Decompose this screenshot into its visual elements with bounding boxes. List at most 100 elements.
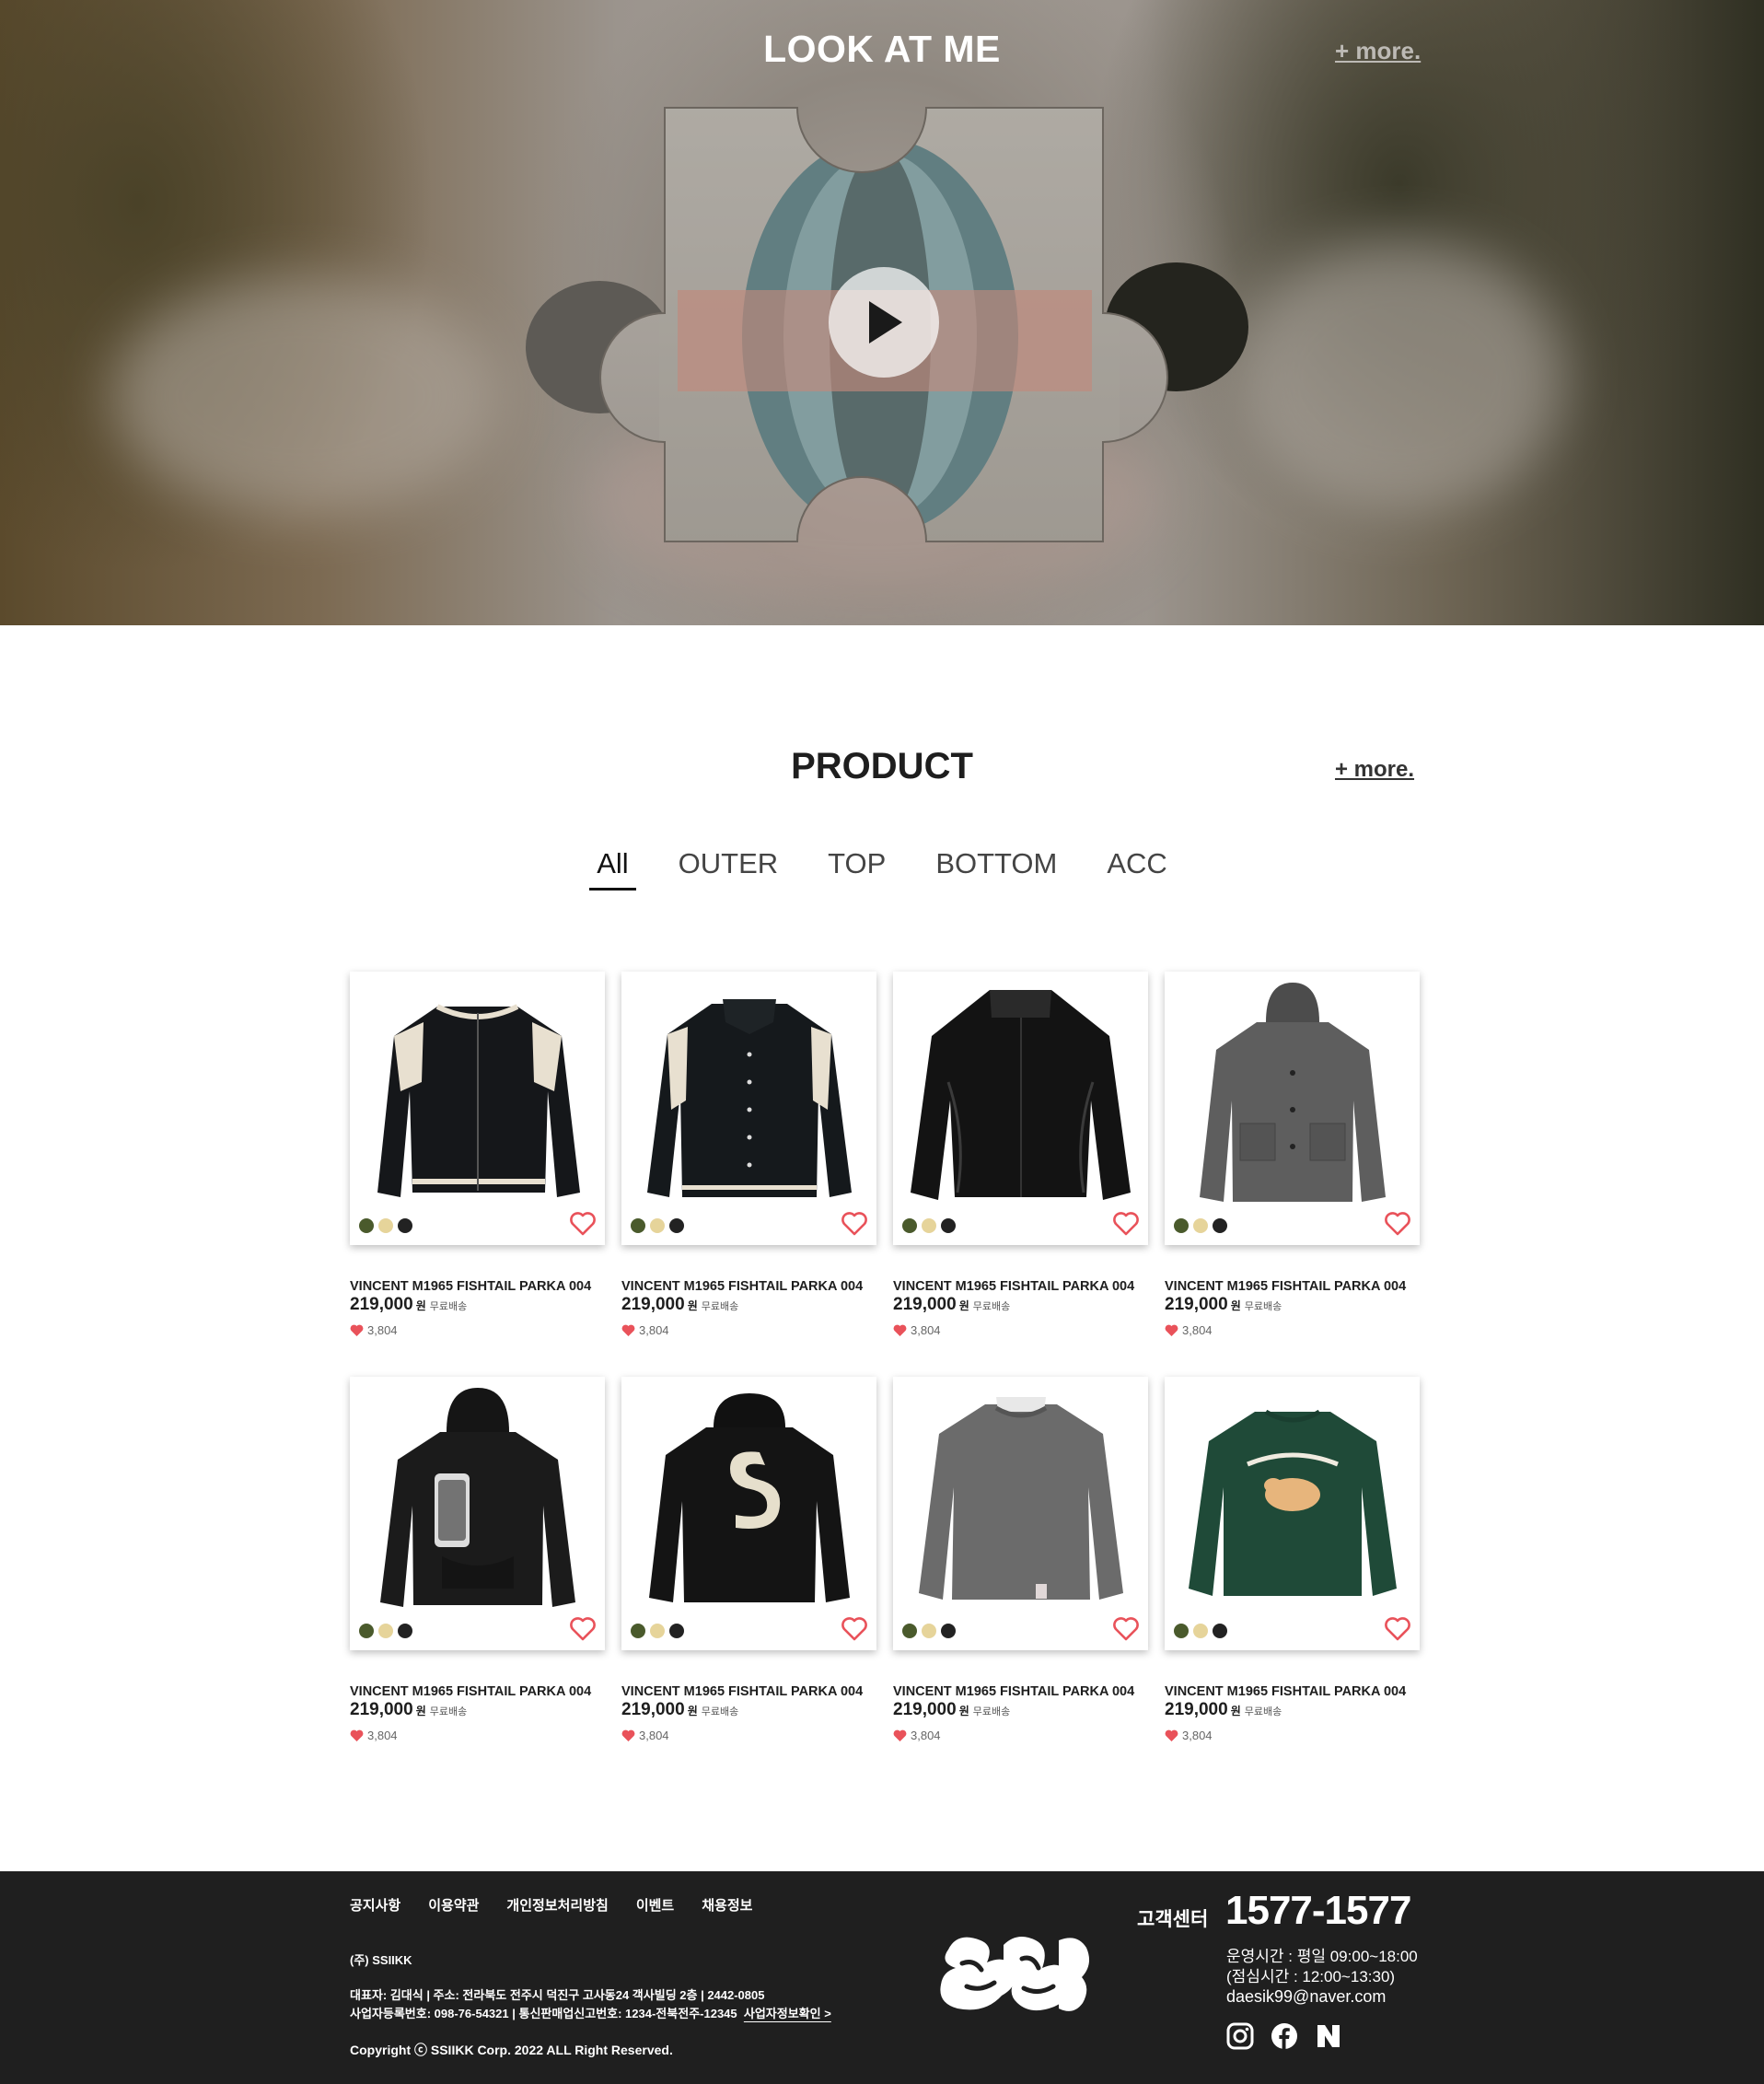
contact-email[interactable]: daesik99@naver.com bbox=[1226, 1987, 1386, 2007]
color-swatch[interactable] bbox=[669, 1624, 684, 1638]
product-price: 219,000 원 무료배송 bbox=[350, 1700, 467, 1720]
color-swatch[interactable] bbox=[359, 1624, 374, 1638]
product-name[interactable]: VINCENT M1965 FISHTAIL PARKA 004 bbox=[621, 1684, 863, 1699]
color-swatch[interactable] bbox=[650, 1218, 665, 1233]
social-links bbox=[1226, 2022, 1342, 2050]
wishlist-heart-icon[interactable] bbox=[1112, 1616, 1140, 1642]
color-swatch[interactable] bbox=[922, 1624, 936, 1638]
tab-all[interactable]: All bbox=[589, 847, 636, 891]
wishlist-heart-icon[interactable] bbox=[841, 1211, 868, 1237]
price-value: 219,000 bbox=[621, 1700, 685, 1719]
product-image[interactable] bbox=[350, 972, 605, 1245]
product-price: 219,000 원 무료배송 bbox=[1165, 1700, 1282, 1720]
hero-more-link[interactable]: + more. bbox=[1335, 37, 1421, 65]
product-image[interactable] bbox=[893, 972, 1148, 1245]
price-currency: 원 bbox=[958, 1299, 969, 1312]
product-image[interactable] bbox=[893, 1377, 1148, 1650]
color-swatch[interactable] bbox=[902, 1218, 917, 1233]
color-swatch[interactable] bbox=[631, 1218, 645, 1233]
wishlist-heart-icon[interactable] bbox=[841, 1616, 868, 1642]
site-footer: 공지사항 이용약관 개인정보처리방침 이벤트 채용정보 (주) SSIIKK 대… bbox=[0, 1871, 1764, 2084]
brand-logo[interactable] bbox=[930, 1931, 1094, 2023]
color-swatch[interactable] bbox=[902, 1624, 917, 1638]
color-swatch[interactable] bbox=[1213, 1218, 1227, 1233]
wishlist-heart-icon[interactable] bbox=[569, 1616, 597, 1642]
product-card[interactable]: VINCENT M1965 FISHTAIL PARKA 004 219,000… bbox=[1165, 1377, 1420, 1782]
product-image[interactable] bbox=[1165, 972, 1420, 1245]
product-image[interactable] bbox=[621, 972, 876, 1245]
product-name[interactable]: VINCENT M1965 FISHTAIL PARKA 004 bbox=[893, 1684, 1134, 1699]
color-swatch[interactable] bbox=[669, 1218, 684, 1233]
instagram-icon[interactable] bbox=[1226, 2022, 1254, 2050]
wishlist-heart-icon[interactable] bbox=[569, 1211, 597, 1237]
color-swatches bbox=[631, 1624, 684, 1638]
naver-icon[interactable] bbox=[1315, 2022, 1342, 2050]
product-card[interactable]: VINCENT M1965 FISHTAIL PARKA 004 219,000… bbox=[621, 1377, 876, 1782]
color-swatch[interactable] bbox=[378, 1624, 393, 1638]
product-more-link[interactable]: + more. bbox=[1335, 757, 1414, 783]
footer-link-terms[interactable]: 이용약관 bbox=[428, 1895, 479, 1915]
footer-link-privacy[interactable]: 개인정보처리방침 bbox=[506, 1895, 608, 1915]
product-image[interactable] bbox=[621, 1377, 876, 1650]
product-card[interactable]: VINCENT M1965 FISHTAIL PARKA 004 219,000… bbox=[350, 972, 605, 1377]
like-count: 3,804 bbox=[621, 1729, 669, 1742]
like-count-value: 3,804 bbox=[367, 1729, 398, 1742]
footer-links: 공지사항 이용약관 개인정보처리방침 이벤트 채용정보 bbox=[350, 1895, 752, 1915]
product-card[interactable]: VINCENT M1965 FISHTAIL PARKA 004 219,000… bbox=[893, 1377, 1148, 1782]
like-count-value: 3,804 bbox=[1182, 1729, 1213, 1742]
color-swatch[interactable] bbox=[650, 1624, 665, 1638]
wishlist-heart-icon[interactable] bbox=[1384, 1211, 1411, 1237]
color-swatch[interactable] bbox=[1193, 1624, 1208, 1638]
product-name[interactable]: VINCENT M1965 FISHTAIL PARKA 004 bbox=[621, 1279, 863, 1294]
product-name[interactable]: VINCENT M1965 FISHTAIL PARKA 004 bbox=[1165, 1279, 1406, 1294]
product-image[interactable] bbox=[350, 1377, 605, 1650]
business-info-link[interactable]: 사업자정보확인 > bbox=[744, 2007, 831, 2020]
like-count: 3,804 bbox=[350, 1323, 398, 1337]
facebook-icon[interactable] bbox=[1271, 2022, 1298, 2050]
product-section-title: PRODUCT bbox=[791, 746, 973, 786]
color-swatch[interactable] bbox=[1174, 1624, 1189, 1638]
play-button[interactable] bbox=[829, 267, 939, 378]
product-card[interactable]: VINCENT M1965 FISHTAIL PARKA 004 219,000… bbox=[350, 1377, 605, 1782]
color-swatch[interactable] bbox=[941, 1624, 956, 1638]
price-currency: 원 bbox=[958, 1705, 969, 1717]
color-swatch[interactable] bbox=[1193, 1218, 1208, 1233]
product-name[interactable]: VINCENT M1965 FISHTAIL PARKA 004 bbox=[350, 1684, 591, 1699]
footer-link-event[interactable]: 이벤트 bbox=[636, 1895, 674, 1915]
like-count-value: 3,804 bbox=[367, 1323, 398, 1337]
color-swatch[interactable] bbox=[922, 1218, 936, 1233]
customer-center-phone[interactable]: 1577-1577 bbox=[1225, 1888, 1411, 1934]
product-name[interactable]: VINCENT M1965 FISHTAIL PARKA 004 bbox=[350, 1279, 591, 1294]
product-card[interactable]: VINCENT M1965 FISHTAIL PARKA 004 219,000… bbox=[893, 972, 1148, 1377]
color-swatch[interactable] bbox=[359, 1218, 374, 1233]
footer-link-careers[interactable]: 채용정보 bbox=[702, 1895, 752, 1915]
color-swatch[interactable] bbox=[1213, 1624, 1227, 1638]
price-value: 219,000 bbox=[350, 1700, 413, 1719]
color-swatch[interactable] bbox=[631, 1624, 645, 1638]
product-name[interactable]: VINCENT M1965 FISHTAIL PARKA 004 bbox=[893, 1279, 1134, 1294]
shipping-label: 무료배송 bbox=[1244, 1706, 1282, 1717]
tab-bottom[interactable]: BOTTOM bbox=[928, 847, 1064, 891]
graphic-sweatshirt-image bbox=[1189, 1409, 1397, 1596]
tab-top[interactable]: TOP bbox=[820, 847, 893, 891]
color-swatch[interactable] bbox=[398, 1218, 412, 1233]
color-swatch[interactable] bbox=[398, 1624, 412, 1638]
shipping-label: 무료배송 bbox=[972, 1706, 1011, 1717]
product-image[interactable] bbox=[1165, 1377, 1420, 1650]
price-currency: 원 bbox=[415, 1299, 426, 1312]
heart-filled-icon bbox=[1165, 1729, 1178, 1741]
color-swatch[interactable] bbox=[1174, 1218, 1189, 1233]
product-card[interactable]: VINCENT M1965 FISHTAIL PARKA 004 219,000… bbox=[1165, 972, 1420, 1377]
color-swatch[interactable] bbox=[941, 1218, 956, 1233]
product-card[interactable]: VINCENT M1965 FISHTAIL PARKA 004 219,000… bbox=[621, 972, 876, 1377]
product-name[interactable]: VINCENT M1965 FISHTAIL PARKA 004 bbox=[1165, 1684, 1406, 1699]
tab-acc[interactable]: ACC bbox=[1099, 847, 1174, 891]
shipping-label: 무료배송 bbox=[1244, 1301, 1282, 1312]
wishlist-heart-icon[interactable] bbox=[1384, 1616, 1411, 1642]
shipping-label: 무료배송 bbox=[429, 1301, 468, 1312]
tab-outer[interactable]: OUTER bbox=[671, 847, 786, 891]
color-swatch[interactable] bbox=[378, 1218, 393, 1233]
color-swatches bbox=[359, 1624, 412, 1638]
wishlist-heart-icon[interactable] bbox=[1112, 1211, 1140, 1237]
footer-link-notice[interactable]: 공지사항 bbox=[350, 1895, 400, 1915]
